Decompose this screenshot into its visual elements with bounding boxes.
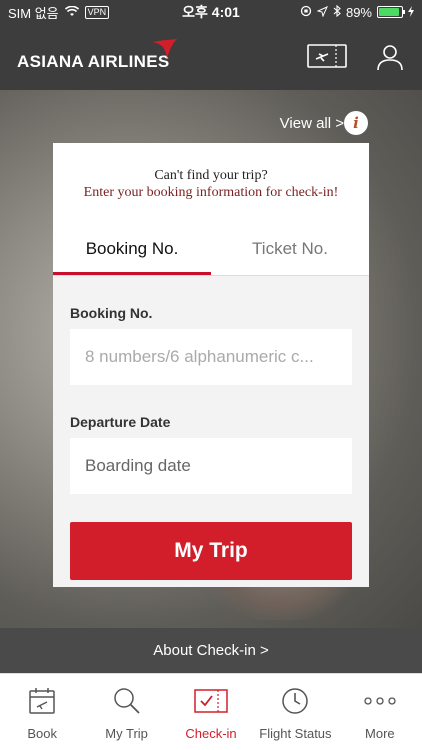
vpn-badge: VPN [84, 5, 110, 19]
status-bar: SIM 없음 VPN 오후 4:01 89% [0, 0, 422, 24]
calendar-icon [28, 686, 56, 716]
booking-no-input[interactable] [70, 329, 352, 385]
tab-flight-status-label: Flight Status [259, 726, 332, 741]
tab-book[interactable]: Book [0, 674, 84, 750]
battery-percent: 89% [345, 4, 372, 20]
more-dots-icon [364, 686, 396, 716]
departure-date-label: Departure Date [70, 414, 171, 430]
tab-more-label: More [365, 726, 395, 741]
about-checkin-link[interactable]: About Check-in > [0, 628, 422, 673]
clock-icon [281, 686, 309, 716]
info-icon[interactable]: i [344, 111, 368, 135]
card-message-line1: Can't find your trip? [154, 168, 268, 183]
my-trip-button[interactable]: My Trip [70, 522, 352, 580]
search-form: Booking No. Departure Date My Trip [53, 276, 369, 587]
tab-flight-status[interactable]: Flight Status [253, 674, 337, 750]
booking-no-label: Booking No. [70, 305, 153, 321]
tab-my-trip-label: My Trip [105, 726, 148, 741]
battery-icon [377, 6, 405, 18]
tab-ticket-no[interactable]: Ticket No. [211, 226, 369, 275]
bottom-tab-bar: Book My Trip Check-in Flight Status More [0, 673, 422, 750]
charging-icon [408, 5, 414, 20]
tab-booking-no[interactable]: Booking No. [53, 226, 211, 275]
search-mode-tabs: Booking No. Ticket No. [53, 226, 369, 276]
tab-book-label: Book [27, 726, 58, 741]
departure-date-input[interactable] [70, 438, 352, 494]
card-message-line2: Enter your booking information for check… [83, 185, 339, 200]
view-all-link[interactable]: View all > [280, 115, 344, 132]
ticket-check-icon [194, 686, 228, 716]
tab-more[interactable]: More [338, 674, 422, 750]
card-message: Can't find your trip? Enter your booking… [53, 143, 369, 201]
brand-logo-text: ASIANA AIRLINES [17, 52, 170, 71]
orientation-lock-icon [300, 5, 312, 20]
bluetooth-icon [333, 4, 341, 20]
wifi-icon [64, 5, 79, 20]
magnifier-icon [113, 686, 141, 716]
location-icon [316, 5, 328, 20]
tab-check-in[interactable]: Check-in [169, 674, 253, 750]
boarding-pass-icon[interactable] [307, 44, 347, 73]
tab-check-in-label: Check-in [185, 726, 237, 741]
app-header: ASIANA AIRLINES [0, 24, 422, 90]
carrier-text: SIM 없음 [8, 5, 59, 21]
user-icon[interactable] [376, 43, 404, 76]
trip-search-card: Can't find your trip? Enter your booking… [53, 143, 369, 587]
tab-my-trip[interactable]: My Trip [84, 674, 168, 750]
brand-wing-icon [150, 38, 178, 65]
